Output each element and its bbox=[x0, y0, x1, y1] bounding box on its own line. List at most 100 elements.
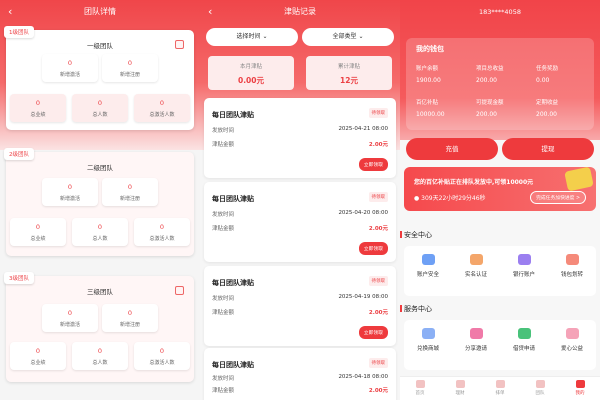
tier-card-1: 1级团队 一级团队 0 新增激活 0 新增注册 0 总业绩 0 总人数 0 总激活人数 bbox=[4, 26, 194, 130]
type-filter-dropdown[interactable]: 全部类型 ⌄ bbox=[302, 28, 394, 46]
security-transfer[interactable]: 钱包划转 bbox=[548, 254, 596, 278]
tab-mine[interactable]: 我的 bbox=[560, 380, 600, 396]
service-loan[interactable]: 借贷申请 bbox=[500, 328, 548, 352]
transfer-icon bbox=[565, 254, 579, 265]
user-icon bbox=[575, 380, 585, 388]
tab-team[interactable]: 团队 bbox=[520, 380, 560, 396]
tier-tag: 1级团队 bbox=[4, 26, 34, 38]
stat-new-registered: 0 新增注册 bbox=[102, 304, 158, 332]
total-subsidy-box: 累计津贴 12元 bbox=[306, 56, 392, 90]
status-badge: 待领取 bbox=[368, 108, 388, 118]
speed-up-button[interactable]: 完成任务加快进度 > bbox=[530, 191, 586, 204]
withdraw-button[interactable]: 提现 bbox=[502, 138, 594, 160]
recharge-button[interactable]: 充值 bbox=[406, 138, 498, 160]
page-title: 团队详情 bbox=[84, 7, 116, 16]
shop-icon bbox=[421, 328, 435, 339]
stat-new-registered: 0 新增注册 bbox=[102, 54, 158, 82]
wallet-project-income: 项目总收益 200.00 bbox=[476, 66, 504, 84]
team-icon bbox=[535, 380, 545, 388]
wallet-fixed-income: 定期收益 200.00 bbox=[536, 100, 559, 118]
record-title: 每日团队津贴 bbox=[212, 111, 254, 119]
tier-card-2: 2级团队 二级团队 0 新增激活 0 新增注册 0 总业绩 0 总人数 0 总激活人数 bbox=[4, 148, 194, 256]
claim-button[interactable]: 立即领取 bbox=[358, 326, 388, 339]
record-title: 每日团队津贴 bbox=[212, 361, 254, 369]
status-badge: 待领取 bbox=[368, 276, 388, 286]
stat-new-activated: 0 新增激活 bbox=[42, 54, 98, 82]
stat-total-members: 0 总人数 bbox=[72, 342, 128, 370]
status-badge: 待领取 bbox=[368, 358, 388, 368]
dot-icon: ● bbox=[414, 195, 420, 202]
subsidy-records-screen: ‹ 津贴记录 选择时间 ⌄ 全部类型 ⌄ 本月津贴 0.00元 累计津贴 12元 每… bbox=[200, 0, 400, 400]
service-shop[interactable]: 兑换商城 bbox=[404, 328, 452, 352]
subsidy-record-card: 每日团队津贴 待领取 发放时间 2025-04-19 08:00 津贴金额 2.00… bbox=[204, 266, 396, 346]
bottom-tab-bar: 首页 理财 排单 团队 我的 bbox=[400, 376, 600, 400]
chevron-down-icon: ⌄ bbox=[262, 33, 268, 40]
service-charity[interactable]: 爱心公益 bbox=[548, 328, 596, 352]
stat-total-activated: 0 总激活人数 bbox=[134, 218, 190, 246]
notice-text: 您的百亿补贴正在排队发放中,可领10000元 bbox=[414, 179, 534, 186]
subsidy-record-card: 每日团队津贴 待领取 发放时间 2025-04-20 08:00 津贴金额 2.00… bbox=[204, 182, 396, 262]
shield-icon bbox=[421, 254, 435, 265]
record-amount-row: 津贴金额 2.00元 bbox=[212, 226, 388, 232]
stat-total-members: 0 总人数 bbox=[72, 94, 128, 122]
heart-icon bbox=[565, 328, 579, 339]
tab-home[interactable]: 首页 bbox=[400, 380, 440, 396]
service-share[interactable]: 分享邀请 bbox=[452, 328, 500, 352]
tier-title: 三级团队 bbox=[87, 288, 113, 296]
stat-new-activated: 0 新增激活 bbox=[42, 178, 98, 206]
loan-icon bbox=[517, 328, 531, 339]
wallet-title: 我的钱包 bbox=[416, 45, 444, 53]
security-realname[interactable]: 实名认证 bbox=[452, 254, 500, 278]
record-time-row: 发放时间 2025-04-18 08:00 bbox=[212, 374, 388, 382]
team-detail-screen: ‹ 团队详情 1级团队 一级团队 0 新增激活 0 新增注册 0 总业绩 0 总人数 0… bbox=[0, 0, 200, 400]
back-arrow-icon[interactable]: ‹ bbox=[8, 0, 12, 23]
security-account[interactable]: 账户安全 bbox=[404, 254, 452, 278]
record-title: 每日团队津贴 bbox=[212, 195, 254, 203]
subsidy-record-card: 每日团队津贴 待领取 发放时间 2025-04-21 08:00 津贴金额 2.00… bbox=[204, 98, 396, 178]
subsidy-record-card: 每日团队津贴 待领取 发放时间 2025-04-18 08:00 津贴金额 2.00… bbox=[204, 348, 396, 400]
stat-new-activated: 0 新增激活 bbox=[42, 304, 98, 332]
record-time-row: 发放时间 2025-04-19 08:00 bbox=[212, 294, 388, 302]
idcard-icon bbox=[469, 254, 483, 265]
stat-total-performance: 0 总业绩 bbox=[10, 218, 66, 246]
stat-total-performance: 0 总业绩 bbox=[10, 94, 66, 122]
tab-queue[interactable]: 排单 bbox=[480, 380, 520, 396]
red-envelope-icon bbox=[564, 166, 594, 192]
tier-title: 一级团队 bbox=[87, 42, 113, 50]
record-amount-row: 津贴金额 2.00元 bbox=[212, 310, 388, 316]
wallet-withdrawable: 可提现金额 200.00 bbox=[476, 100, 504, 118]
chevron-down-icon: ⌄ bbox=[358, 33, 364, 40]
claim-button[interactable]: 立即领取 bbox=[358, 242, 388, 255]
wallet-card: 我的钱包 账户余额 1900.00 项目总收益 200.00 任务奖励 0.00 百亿… bbox=[406, 38, 594, 130]
tier-card-3: 3级团队 三级团队 0 新增激活 0 新增注册 0 总业绩 0 总人数 0 总激活人数 bbox=[4, 272, 194, 382]
stat-new-registered: 0 新增注册 bbox=[102, 178, 158, 206]
record-time-row: 发放时间 2025-04-20 08:00 bbox=[212, 210, 388, 218]
tier-tag: 2级团队 bbox=[4, 148, 34, 160]
wallet-balance: 账户余额 1900.00 bbox=[416, 66, 441, 84]
claim-button[interactable]: 立即领取 bbox=[358, 158, 388, 171]
finance-icon bbox=[455, 380, 465, 388]
wallet-subsidy: 百亿补贴 10000.00 bbox=[416, 100, 445, 118]
status-badge: 待领取 bbox=[368, 192, 388, 202]
wallet-task-reward: 任务奖励 0.00 bbox=[536, 66, 559, 84]
home-icon bbox=[415, 380, 425, 388]
nav-bar: ‹ 团队详情 bbox=[0, 0, 200, 24]
time-filter-dropdown[interactable]: 选择时间 ⌄ bbox=[206, 28, 298, 46]
tier-title: 二级团队 bbox=[87, 164, 113, 172]
record-amount-row: 津贴金额 2.00元 bbox=[212, 142, 388, 148]
back-arrow-icon[interactable]: ‹ bbox=[208, 0, 212, 23]
queue-icon bbox=[495, 380, 505, 388]
share-icon bbox=[469, 328, 483, 339]
nav-bar: ‹ 津贴记录 bbox=[200, 0, 400, 24]
security-bank[interactable]: 银行账户 bbox=[500, 254, 548, 278]
bank-icon bbox=[517, 254, 531, 265]
tab-finance[interactable]: 理财 bbox=[440, 380, 480, 396]
subsidy-notice-banner: 您的百亿补贴正在排队发放中,可领10000元 ● 309天22小时29分46秒 … bbox=[404, 166, 596, 211]
record-amount-row: 津贴金额 2.00元 bbox=[212, 388, 388, 394]
service-section-title: 服务中心 bbox=[400, 305, 432, 313]
record-time-row: 发放时间 2025-04-21 08:00 bbox=[212, 126, 388, 134]
profile-screen: 183****4058 我的钱包 账户余额 1900.00 项目总收益 200.00… bbox=[400, 0, 600, 400]
user-phone: 183****4058 bbox=[479, 8, 521, 16]
stat-total-activated: 0 总激活人数 bbox=[134, 94, 190, 122]
security-section-title: 安全中心 bbox=[400, 231, 432, 239]
